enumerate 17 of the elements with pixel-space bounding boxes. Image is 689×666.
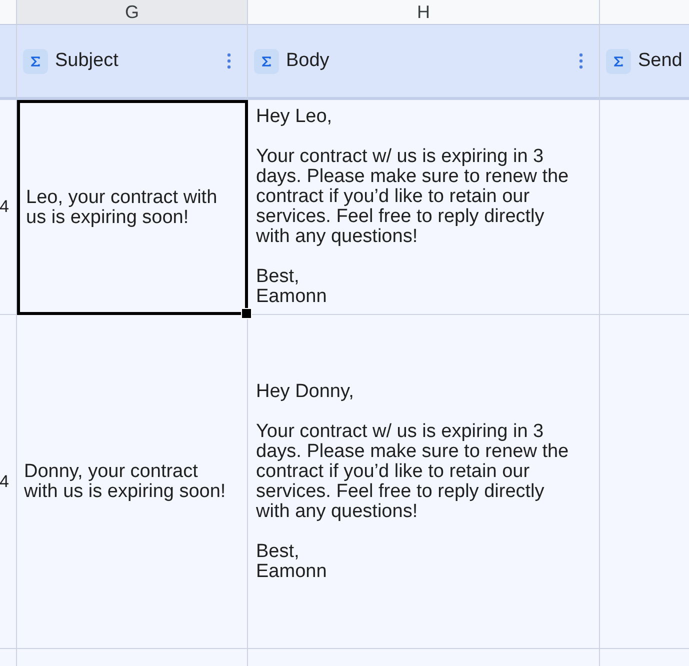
formula-icon [23,48,48,74]
formula-icon [606,48,631,74]
table-cell: Hey Donny, Your contract w/ us is expiring in 3 days. Please make sure to renew the contract if you’d like to retain our services. Feel free to reply directly with any questions! Best, Eamonn [248,315,600,649]
column-header[interactable]: G [17,0,248,25]
formula-icon [254,48,279,74]
corner-cell [0,0,17,25]
field-name: Subject [55,50,118,72]
column-header[interactable]: H [248,0,600,25]
row-number: 4 [0,472,9,492]
more-icon[interactable] [227,53,231,69]
field-name: Body [286,50,330,72]
field-name: Send [638,50,682,72]
fill-handle[interactable] [241,308,252,319]
more-icon[interactable] [579,53,583,69]
row-number: 4 [0,197,9,217]
table-cell: Hey Leo, Your contract w/ us is expiring in 3 days. Please make sure to renew the contract if you’d like to retain our services. Feel free to reply directly with any questions! Best, Eamonn [248,100,600,315]
table-cell[interactable]: Donny, your contract with us is expiring soon! [17,315,248,649]
